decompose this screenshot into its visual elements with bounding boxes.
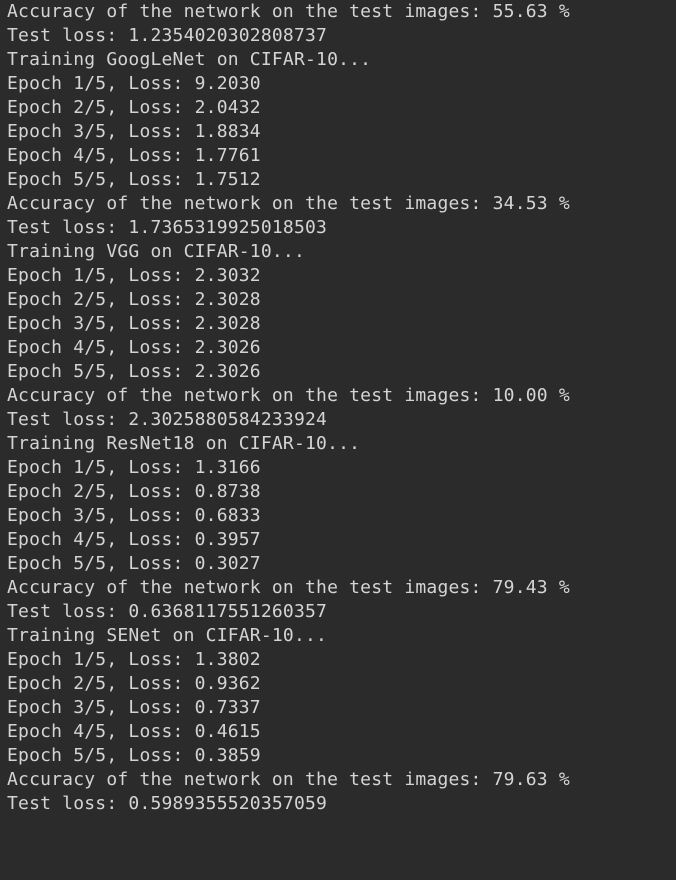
console-line-accuracy: Accuracy of the network on the test imag… xyxy=(7,577,570,598)
console-line-epoch: Epoch 3/5, Loss: 0.6833 xyxy=(7,505,261,526)
console-line-test-loss: Test loss: 0.5989355520357059 xyxy=(7,793,328,814)
console-line-epoch: Epoch 4/5, Loss: 2.3026 xyxy=(7,337,261,358)
console-line-epoch: Epoch 1/5, Loss: 1.3166 xyxy=(7,457,261,478)
console-line-epoch: Epoch 5/5, Loss: 2.3026 xyxy=(7,361,261,382)
console-line-accuracy: Accuracy of the network on the test imag… xyxy=(7,769,570,790)
console-line-epoch: Epoch 4/5, Loss: 0.3957 xyxy=(7,529,261,550)
console-line-epoch: Epoch 1/5, Loss: 9.2030 xyxy=(7,73,261,94)
console-line-epoch: Epoch 4/5, Loss: 1.7761 xyxy=(7,145,261,166)
console-line-epoch: Epoch 3/5, Loss: 1.8834 xyxy=(7,121,261,142)
console-line-epoch: Epoch 5/5, Loss: 0.3859 xyxy=(7,745,261,766)
console-line-epoch: Epoch 1/5, Loss: 2.3032 xyxy=(7,265,261,286)
console-line-epoch: Epoch 5/5, Loss: 1.7512 xyxy=(7,169,261,190)
console-line-epoch: Epoch 3/5, Loss: 0.7337 xyxy=(7,697,261,718)
console-line-test-loss: Test loss: 2.3025880584233924 xyxy=(7,409,328,430)
console-line-epoch: Epoch 2/5, Loss: 2.0432 xyxy=(7,97,261,118)
console-line-test-loss: Test loss: 1.7365319925018503 xyxy=(7,217,328,238)
console-line-epoch: Epoch 2/5, Loss: 0.9362 xyxy=(7,673,261,694)
console-line-training: Training SENet on CIFAR-10... xyxy=(7,625,328,646)
console-line-accuracy: Accuracy of the network on the test imag… xyxy=(7,193,570,214)
console-line-epoch: Epoch 4/5, Loss: 0.4615 xyxy=(7,721,261,742)
console-line-test-loss: Test loss: 0.6368117551260357 xyxy=(7,601,328,622)
console-line-epoch: Epoch 3/5, Loss: 2.3028 xyxy=(7,313,261,334)
console-line-epoch: Epoch 5/5, Loss: 0.3027 xyxy=(7,553,261,574)
console-line-accuracy: Accuracy of the network on the test imag… xyxy=(7,385,570,406)
console-line-epoch: Epoch 2/5, Loss: 0.8738 xyxy=(7,481,261,502)
console-line-epoch: Epoch 2/5, Loss: 2.3028 xyxy=(7,289,261,310)
console-output[interactable]: Accuracy of the network on the test imag… xyxy=(0,0,676,880)
console-line-test-loss: Test loss: 1.2354020302808737 xyxy=(7,25,328,46)
console-line-training: Training ResNet18 on CIFAR-10... xyxy=(7,433,361,454)
console-line-training: Training VGG on CIFAR-10... xyxy=(7,241,305,262)
console-line-accuracy: Accuracy of the network on the test imag… xyxy=(7,1,570,22)
console-line-epoch: Epoch 1/5, Loss: 1.3802 xyxy=(7,649,261,670)
console-line-training: Training GoogLeNet on CIFAR-10... xyxy=(7,49,372,70)
